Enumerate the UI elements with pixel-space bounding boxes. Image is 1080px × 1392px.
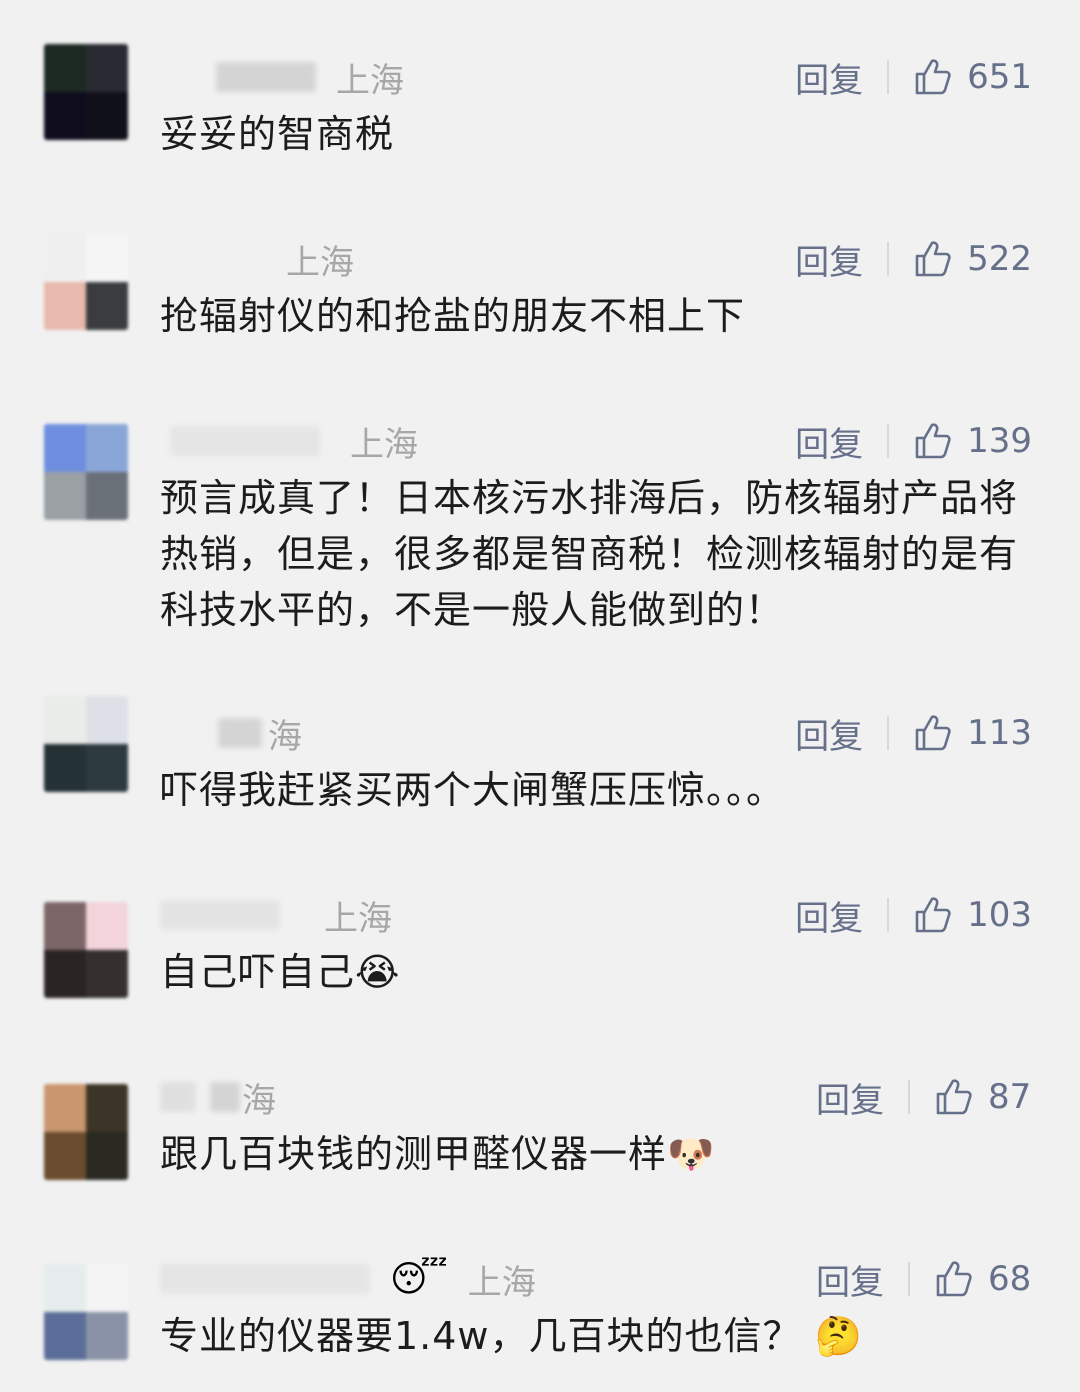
avatar[interactable] — [44, 696, 128, 792]
like-button[interactable]: 522 — [913, 239, 1032, 279]
divider — [887, 716, 890, 750]
location-label: 上海 — [336, 60, 404, 101]
avatar[interactable] — [44, 424, 128, 520]
thumbs-up-icon — [915, 715, 951, 751]
location-label: 上海 — [324, 898, 392, 939]
reply-button[interactable]: 回复 — [795, 53, 863, 102]
like-count: 139 — [967, 421, 1032, 461]
like-button[interactable]: 651 — [913, 57, 1032, 97]
divider — [908, 1080, 910, 1114]
like-button[interactable]: 68 — [934, 1259, 1032, 1299]
avatar[interactable] — [44, 1264, 128, 1360]
username[interactable] — [210, 1082, 240, 1112]
thumbs-up-icon — [915, 423, 951, 459]
username[interactable] — [160, 1082, 196, 1112]
location-label: 上海 — [467, 1262, 536, 1303]
location-label: 上海 — [286, 242, 354, 283]
thumbs-up-icon — [915, 59, 951, 95]
like-count: 651 — [967, 57, 1032, 97]
location-label: 上海 — [350, 424, 418, 465]
username[interactable] — [216, 62, 316, 92]
divider — [887, 60, 890, 94]
thumbs-up-icon — [915, 241, 951, 277]
reply-button[interactable]: 回复 — [795, 417, 863, 466]
face-palm-emoji: 😭 — [355, 950, 401, 994]
reply-button[interactable]: 回复 — [795, 891, 863, 940]
thumbs-up-icon — [915, 897, 951, 933]
reply-button[interactable]: 回复 — [816, 1255, 884, 1304]
sleepy-emoji: 😴 — [390, 1258, 448, 1300]
avatar[interactable] — [44, 234, 128, 330]
reply-button[interactable]: 回复 — [795, 235, 863, 284]
comment-text: 自己吓自己😭 — [160, 950, 401, 994]
username[interactable] — [170, 426, 320, 456]
comment-text: 妥妥的智商税 — [160, 112, 395, 156]
comment-text: 预言成真了！日本核污水排海后，防核辐射产品将热销，但是，很多都是智商税！检测核辐… — [160, 476, 1019, 632]
thumbs-up-icon — [936, 1261, 972, 1297]
like-count: 68 — [988, 1259, 1032, 1299]
location-label: 海 — [242, 1080, 276, 1121]
like-button[interactable]: 139 — [913, 421, 1032, 461]
username[interactable] — [218, 718, 262, 748]
divider — [887, 898, 890, 932]
like-button[interactable]: 113 — [913, 713, 1032, 753]
location-label: 海 — [268, 716, 302, 757]
like-count: 113 — [967, 713, 1032, 753]
avatar[interactable] — [44, 44, 128, 140]
doge-emoji: 🐶 — [667, 1132, 716, 1176]
thumbs-up-icon — [936, 1079, 972, 1115]
thinking-emoji: 🤔 — [814, 1314, 863, 1358]
comment-text: 跟几百块钱的测甲醛仪器一样🐶 — [160, 1132, 716, 1176]
like-count: 103 — [967, 895, 1032, 935]
like-button[interactable]: 103 — [913, 895, 1032, 935]
username[interactable] — [160, 1264, 370, 1294]
divider — [908, 1262, 910, 1296]
avatar[interactable] — [44, 902, 128, 998]
reply-button[interactable]: 回复 — [816, 1073, 884, 1122]
comment-text: 抢辐射仪的和抢盐的朋友不相上下 — [160, 294, 746, 338]
like-button[interactable]: 87 — [934, 1077, 1032, 1117]
divider — [887, 424, 890, 458]
like-count: 87 — [988, 1077, 1032, 1117]
avatar[interactable] — [44, 1084, 128, 1180]
divider — [887, 242, 890, 276]
reply-button[interactable]: 回复 — [795, 709, 863, 758]
comment-text: 专业的仪器要1.4w，几百块的也信？ 🤔 — [160, 1314, 863, 1358]
like-count: 522 — [967, 239, 1032, 279]
username[interactable] — [160, 900, 280, 930]
comment-text: 吓得我赶紧买两个大闸蟹压压惊。。。 — [160, 768, 786, 812]
